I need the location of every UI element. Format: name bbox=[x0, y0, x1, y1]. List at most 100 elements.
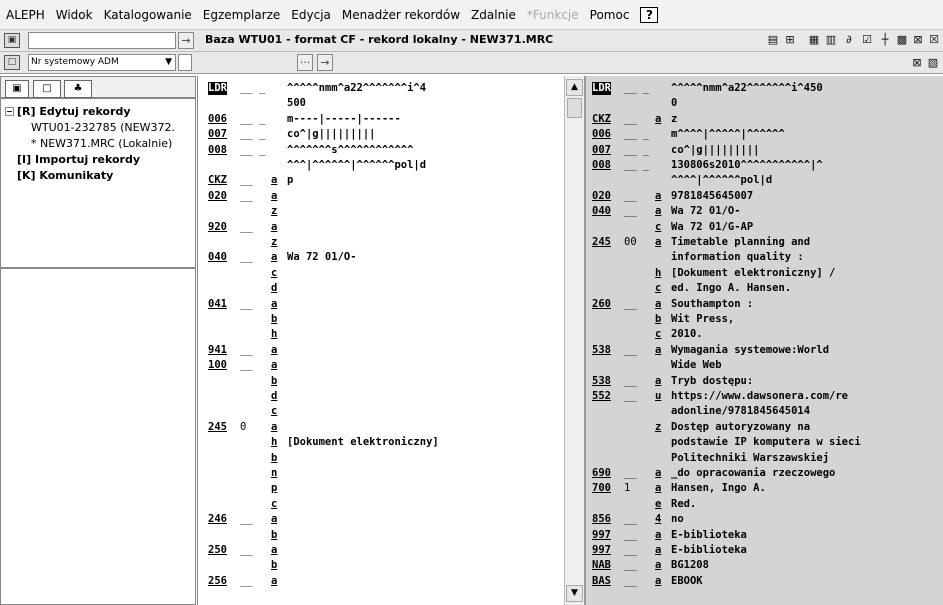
tree-item-import[interactable]: [I] Importuj rekordy bbox=[17, 153, 140, 166]
marc-field-row[interactable]: ^^^^|^^^^^^pol|d bbox=[586, 174, 943, 187]
field-value[interactable]: Wide Web bbox=[671, 359, 722, 372]
tab-window[interactable]: □ bbox=[33, 80, 61, 98]
menu-item-menadżer-rekordów[interactable]: Menadżer rekordów bbox=[342, 8, 460, 22]
filter-icon[interactable]: ⊠ bbox=[911, 33, 925, 47]
marc-field-row[interactable]: podstawie IP komputera w sieci bbox=[586, 436, 943, 449]
marc-field-row[interactable]: c bbox=[198, 405, 564, 418]
window-icon[interactable]: □ bbox=[4, 55, 20, 70]
marc-field-row[interactable]: c Wa 72 01/G-AP bbox=[586, 221, 943, 234]
marc-field-row[interactable]: Politechniki Warszawskiej bbox=[586, 452, 943, 465]
menu-item-widok[interactable]: Widok bbox=[56, 8, 93, 22]
marc-field-row[interactable]: h [Dokument elektroniczny] bbox=[198, 436, 564, 449]
marc-field-row[interactable]: 008 __ _ ^^^^^^^s^^^^^^^^^^^^ bbox=[198, 144, 564, 157]
marc-field-row[interactable]: e Red. bbox=[586, 498, 943, 511]
field-value[interactable]: [Dokument elektroniczny] / bbox=[671, 267, 835, 280]
marc-field-row[interactable]: b bbox=[198, 529, 564, 542]
marc-field-row[interactable]: b bbox=[198, 313, 564, 326]
marc-field-row[interactable]: ^^^|^^^^^^|^^^^^^pol|d bbox=[198, 159, 564, 172]
help-icon[interactable]: ? bbox=[640, 6, 659, 23]
marc-field-row[interactable]: 020 __ a 9781845645007 bbox=[586, 190, 943, 203]
marc-field-row[interactable]: 040 __ a Wa 72 01/O- bbox=[586, 205, 943, 218]
field-value[interactable]: m----|-----|------ bbox=[287, 113, 401, 126]
marc-field-row[interactable]: 997 __ a E-biblioteka bbox=[586, 529, 943, 542]
edit-icon[interactable]: ∂ bbox=[842, 33, 856, 47]
field-value[interactable]: 500 bbox=[287, 97, 306, 110]
check-icon[interactable]: ☑ bbox=[860, 33, 874, 47]
table-icon[interactable]: ▦ bbox=[807, 33, 821, 47]
marc-field-row[interactable]: 007 __ _ co^|g||||||||| bbox=[586, 144, 943, 157]
marc-field-row[interactable]: z bbox=[198, 205, 564, 218]
marc-field-row[interactable]: p bbox=[198, 482, 564, 495]
marc-field-row[interactable]: 920 __ a bbox=[198, 221, 564, 234]
tab-records[interactable]: ▣ bbox=[5, 80, 29, 98]
marc-field-row[interactable]: c ed. Ingo A. Hansen. bbox=[586, 282, 943, 295]
field-value[interactable]: no bbox=[671, 513, 684, 526]
marc-field-row[interactable]: b bbox=[198, 375, 564, 388]
field-value[interactable]: Southampton : bbox=[671, 298, 753, 311]
tree-item-record[interactable]: WTU01-232785 (NEW372. bbox=[31, 121, 175, 134]
marc-field-row[interactable]: 008 __ _ 130806s2010^^^^^^^^^^^|^ bbox=[586, 159, 943, 172]
field-value[interactable]: 0 bbox=[671, 97, 677, 110]
marc-field-row[interactable]: 006 __ _ m----|-----|------ bbox=[198, 113, 564, 126]
marc-field-row[interactable]: NAB __ a BG1208 bbox=[586, 559, 943, 572]
marc-field-row[interactable]: Wide Web bbox=[586, 359, 943, 372]
marc-field-row[interactable]: BAS __ a EBOOK bbox=[586, 575, 943, 588]
marc-editor-template[interactable]: LDR __ _ ^^^^^nmm^a22^^^^^^^i^4 500 006 __ _ m… bbox=[197, 76, 564, 605]
browse-icon[interactable]: ··· bbox=[297, 54, 313, 71]
marc-field-row[interactable]: adonline/9781845645014 bbox=[586, 405, 943, 418]
marc-field-row[interactable]: b bbox=[198, 452, 564, 465]
field-value[interactable]: https://www.dawsonera.com/re bbox=[671, 390, 848, 403]
field-value[interactable]: Timetable planning and bbox=[671, 236, 810, 249]
menu-item-egzemplarze[interactable]: Egzemplarze bbox=[203, 8, 281, 22]
marc-field-row[interactable]: 538 __ a Tryb dostępu: bbox=[586, 375, 943, 388]
tree-item-edit[interactable]: − [R] Edytuj rekordy bbox=[5, 105, 131, 118]
record-number-input[interactable] bbox=[28, 32, 176, 49]
menu-item-pomoc[interactable]: Pomoc bbox=[590, 8, 630, 22]
marc-field-row[interactable]: information quality : bbox=[586, 251, 943, 264]
marc-field-row[interactable]: 245 0 a bbox=[198, 421, 564, 434]
scroll-up-icon[interactable]: ▲ bbox=[566, 79, 583, 96]
search-type-select[interactable]: Nr systemowy ADM ▼ bbox=[28, 54, 176, 71]
marc-field-row[interactable]: 856 __ 4 no bbox=[586, 513, 943, 526]
field-value[interactable]: EBOOK bbox=[671, 575, 703, 588]
marc-field-row[interactable]: n bbox=[198, 467, 564, 480]
marc-field-row[interactable]: 997 __ a E-biblioteka bbox=[586, 544, 943, 557]
field-value[interactable]: ^^^|^^^^^^|^^^^^^pol|d bbox=[287, 159, 426, 172]
field-value[interactable]: p bbox=[287, 174, 293, 187]
field-value[interactable]: E-biblioteka bbox=[671, 544, 747, 557]
field-value[interactable]: ^^^^^^^s^^^^^^^^^^^^ bbox=[287, 144, 413, 157]
field-value[interactable]: ^^^^|^^^^^^pol|d bbox=[671, 174, 772, 187]
marc-field-row[interactable]: LDR __ _ ^^^^^nmm^a22^^^^^^^i^4 bbox=[198, 82, 564, 95]
marc-field-row[interactable]: d bbox=[198, 390, 564, 403]
marc-field-row[interactable]: 006 __ _ m^^^^|^^^^^|^^^^^^ bbox=[586, 128, 943, 141]
grid-icon[interactable]: ▩ bbox=[895, 33, 909, 47]
restore-icon[interactable]: ⊠ bbox=[910, 56, 924, 70]
field-value[interactable]: co^|g||||||||| bbox=[671, 144, 760, 157]
marc-field-row[interactable]: 007 __ _ co^|g||||||||| bbox=[198, 128, 564, 141]
menu-item-zdalnie[interactable]: Zdalnie bbox=[471, 8, 516, 22]
marc-field-row[interactable]: 0 bbox=[586, 97, 943, 110]
field-value[interactable]: Wa 72 01/O- bbox=[287, 251, 357, 264]
marc-field-row[interactable]: CKZ __ a p bbox=[198, 174, 564, 187]
marc-field-row[interactable]: 690 __ a _do opracowania rzeczowego bbox=[586, 467, 943, 480]
marc-field-row[interactable]: 020 __ a bbox=[198, 190, 564, 203]
field-value[interactable]: E-biblioteka bbox=[671, 529, 747, 542]
marc-field-row[interactable]: 041 __ a bbox=[198, 298, 564, 311]
field-value[interactable]: Wa 72 01/G-AP bbox=[671, 221, 753, 234]
tree-item-local[interactable]: * NEW371.MRC (Lokalnie) bbox=[31, 137, 172, 150]
marc-field-row[interactable]: c bbox=[198, 267, 564, 280]
tree-icon[interactable]: ⊞ bbox=[783, 33, 797, 47]
marc-field-row[interactable]: h [Dokument elektroniczny] / bbox=[586, 267, 943, 280]
field-value[interactable]: Tryb dostępu: bbox=[671, 375, 753, 388]
pane-icon[interactable]: ▧ bbox=[926, 56, 940, 70]
marc-field-row[interactable]: z bbox=[198, 236, 564, 249]
marc-field-row[interactable]: 250 __ a bbox=[198, 544, 564, 557]
close-icon[interactable]: ☒ bbox=[927, 33, 941, 47]
field-value[interactable]: Wit Press, bbox=[671, 313, 734, 326]
marc-field-row[interactable]: 246 __ a bbox=[198, 513, 564, 526]
marc-record-local[interactable]: LDR __ _ ^^^^^nmm^a22^^^^^^^i^450 0 CKZ __ a z 0… bbox=[584, 76, 943, 605]
marc-field-row[interactable]: b bbox=[198, 559, 564, 572]
field-value[interactable]: Wa 72 01/O- bbox=[671, 205, 741, 218]
field-icon[interactable]: ┼ bbox=[878, 33, 892, 47]
marc-field-row[interactable]: h bbox=[198, 328, 564, 341]
